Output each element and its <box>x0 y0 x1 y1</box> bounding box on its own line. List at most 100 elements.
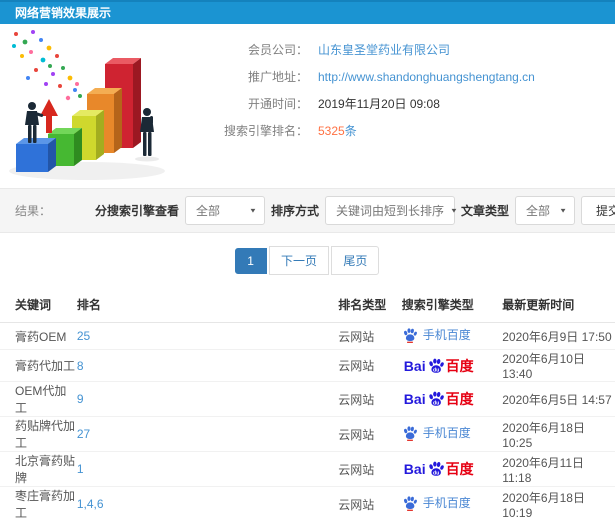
sort-filter-value: 关键词由短到长排序 <box>335 204 444 218</box>
open-time-value: 2019年11月20日 09:08 <box>318 97 440 111</box>
table-row: 药贴牌代加工 27 云网站 手机百度 2020年6月18日 10:25 <box>0 416 615 452</box>
growth-chart-illustration <box>0 24 190 188</box>
table-header-row: 关键词 排名 排名类型 搜索引擎类型 最新更新时间 <box>0 287 615 323</box>
baidu-logo-bai: Bai <box>403 461 426 477</box>
updated-cell: 2020年6月9日 17:50 <box>502 322 615 350</box>
sort-filter-select[interactable]: 关键词由短到长排序 ▼ <box>324 196 458 225</box>
rank-count-label: 搜索引擎排名： <box>223 124 308 138</box>
rank-count-suffix: 条 <box>344 124 357 138</box>
baidu-paw-icon: du <box>428 358 444 373</box>
article-type-label: 文章类型 <box>460 204 509 218</box>
table-row: 枣庄膏药加工 1,4,6 云网站 手机百度 2020年6月18日 10:19 <box>0 486 615 520</box>
keyword-cell: OEM代加工 <box>0 381 77 417</box>
sort-filter-label: 排序方式 <box>270 204 319 218</box>
table-row: OEM代加工 9 云网站 Bai du 百度 2020年6月5日 14:57 <box>0 381 615 417</box>
rank-count-value: 5325条 <box>318 122 357 139</box>
mobile-baidu-badge: 手机百度 <box>402 424 471 441</box>
company-name-link[interactable]: 山东皇圣堂药业有限公司 <box>318 41 450 58</box>
baidu-paw-icon: du <box>428 461 444 476</box>
table-row: 北京膏药贴牌 1 云网站 Bai du 百度 2020年6月11日 11:18 <box>0 451 615 487</box>
baidu-logo-baidu-cn: 百度 <box>445 391 474 407</box>
submit-button[interactable]: 提交 <box>580 196 615 225</box>
open-time-label: 开通时间： <box>247 97 308 111</box>
updated-cell: 2020年6月18日 10:25 <box>502 416 615 452</box>
baidu-paw-icon <box>403 426 417 441</box>
table-row: 膏药代加工 8 云网站 Bai du 百度 2020年6月10日 13:40 <box>0 349 615 382</box>
rank-type-cell: 云网站 <box>338 486 402 520</box>
chevron-down-icon: ▼ <box>449 206 458 215</box>
company-info-section: 会员公司： 山东皇圣堂药业有限公司 推广地址： http://www.shand… <box>0 24 615 188</box>
baidu-paw-icon <box>403 496 417 511</box>
baidu-paw-icon <box>403 328 417 343</box>
baidu-paw-icon: du <box>428 391 444 406</box>
baidu-badge: Bai du 百度 <box>402 356 474 376</box>
header-rank: 排名 <box>76 287 339 323</box>
page-title: 网络营销效果展示 <box>0 0 615 24</box>
baidu-logo-bai: Bai <box>403 391 426 407</box>
mobile-baidu-badge: 手机百度 <box>402 494 471 511</box>
keyword-cell: 膏药代加工 <box>0 349 77 382</box>
updated-cell: 2020年6月18日 10:19 <box>502 486 615 520</box>
rank-type-cell: 云网站 <box>338 322 402 350</box>
pagination: 1 下一页 尾页 <box>0 233 615 287</box>
promo-url-link[interactable]: http://www.shandonghuangshengtang.cn <box>318 70 535 84</box>
rank-link[interactable]: 25 <box>77 329 90 343</box>
next-page-button[interactable]: 下一页 <box>268 246 329 275</box>
keyword-rankings-table: 关键词 排名 排名类型 搜索引擎类型 最新更新时间 膏药OEM 25 云网站 手… <box>0 287 615 520</box>
filter-controls: 分搜索引擎查看 全部 ▼ 排序方式 关键词由短到长排序 ▼ 文章类型 全部 ▼ … <box>95 189 615 232</box>
baidu-logo-du: du <box>433 367 439 373</box>
result-label: 结果： <box>15 204 52 218</box>
engine-filter-label: 分搜索引擎查看 <box>94 204 179 218</box>
baidu-logo-baidu-cn: 百度 <box>445 461 474 477</box>
rank-link[interactable]: 1 <box>77 462 84 476</box>
info-row-rank-count: 搜索引擎排名： 5325条 <box>190 117 615 144</box>
company-label: 会员公司： <box>247 43 308 57</box>
rank-link[interactable]: 27 <box>77 427 90 441</box>
baidu-logo-bai: Bai <box>403 357 426 374</box>
chevron-down-icon: ▼ <box>249 206 257 215</box>
bar-blue <box>16 138 56 172</box>
info-row-opened: 开通时间： 2019年11月20日 09:08 <box>190 90 615 117</box>
rank-link[interactable]: 9 <box>77 392 84 406</box>
rank-type-cell: 云网站 <box>338 349 402 382</box>
updated-cell: 2020年6月10日 13:40 <box>502 349 615 382</box>
baidu-badge: Bai du 百度 <box>402 389 474 409</box>
header-keyword: 关键词 <box>0 287 77 323</box>
last-page-button[interactable]: 尾页 <box>331 246 380 275</box>
rank-type-cell: 云网站 <box>338 416 402 452</box>
mobile-baidu-badge: 手机百度 <box>402 326 471 343</box>
mobile-baidu-label: 手机百度 <box>422 496 471 511</box>
keyword-cell: 膏药OEM <box>0 322 77 350</box>
mobile-baidu-label: 手机百度 <box>422 328 471 343</box>
rank-type-cell: 云网站 <box>338 381 402 417</box>
keyword-cell: 北京膏药贴牌 <box>0 451 77 487</box>
rank-link[interactable]: 8 <box>77 359 84 373</box>
filter-bar: 结果： 分搜索引擎查看 全部 ▼ 排序方式 关键词由短到长排序 ▼ 文章类型 全… <box>0 188 615 233</box>
header-updated: 最新更新时间 <box>502 287 615 323</box>
info-row-url: 推广地址： http://www.shandonghuangshengtang.… <box>190 63 615 90</box>
confetti-dots <box>12 30 82 101</box>
article-type-select[interactable]: 全部 ▼ <box>514 196 575 225</box>
info-row-company: 会员公司： 山东皇圣堂药业有限公司 <box>190 36 615 63</box>
baidu-logo-du: du <box>433 470 439 476</box>
header-engine-type: 搜索引擎类型 <box>401 287 503 323</box>
growth-chart-image <box>9 30 165 180</box>
keyword-cell: 药贴牌代加工 <box>0 416 77 452</box>
businessman-right <box>140 108 154 156</box>
keyword-cell: 枣庄膏药加工 <box>0 486 77 520</box>
promo-url-label: 推广地址： <box>247 70 308 84</box>
businessman-left <box>25 102 44 143</box>
rank-count-number: 5325 <box>318 124 345 138</box>
table-row: 膏药OEM 25 云网站 手机百度 2020年6月9日 17:50 <box>0 322 615 350</box>
baidu-logo-du: du <box>433 400 439 406</box>
page-button-1[interactable]: 1 <box>234 247 267 274</box>
engine-filter-select[interactable]: 全部 ▼ <box>184 196 265 225</box>
baidu-badge: Bai du 百度 <box>402 459 474 479</box>
mobile-baidu-label: 手机百度 <box>422 426 471 441</box>
rank-link[interactable]: 1,4,6 <box>77 497 104 511</box>
chevron-down-icon: ▼ <box>559 206 567 215</box>
updated-cell: 2020年6月11日 11:18 <box>502 451 615 487</box>
updated-cell: 2020年6月5日 14:57 <box>502 381 615 417</box>
header-rank-type: 排名类型 <box>338 287 402 323</box>
article-type-value: 全部 <box>525 204 550 218</box>
